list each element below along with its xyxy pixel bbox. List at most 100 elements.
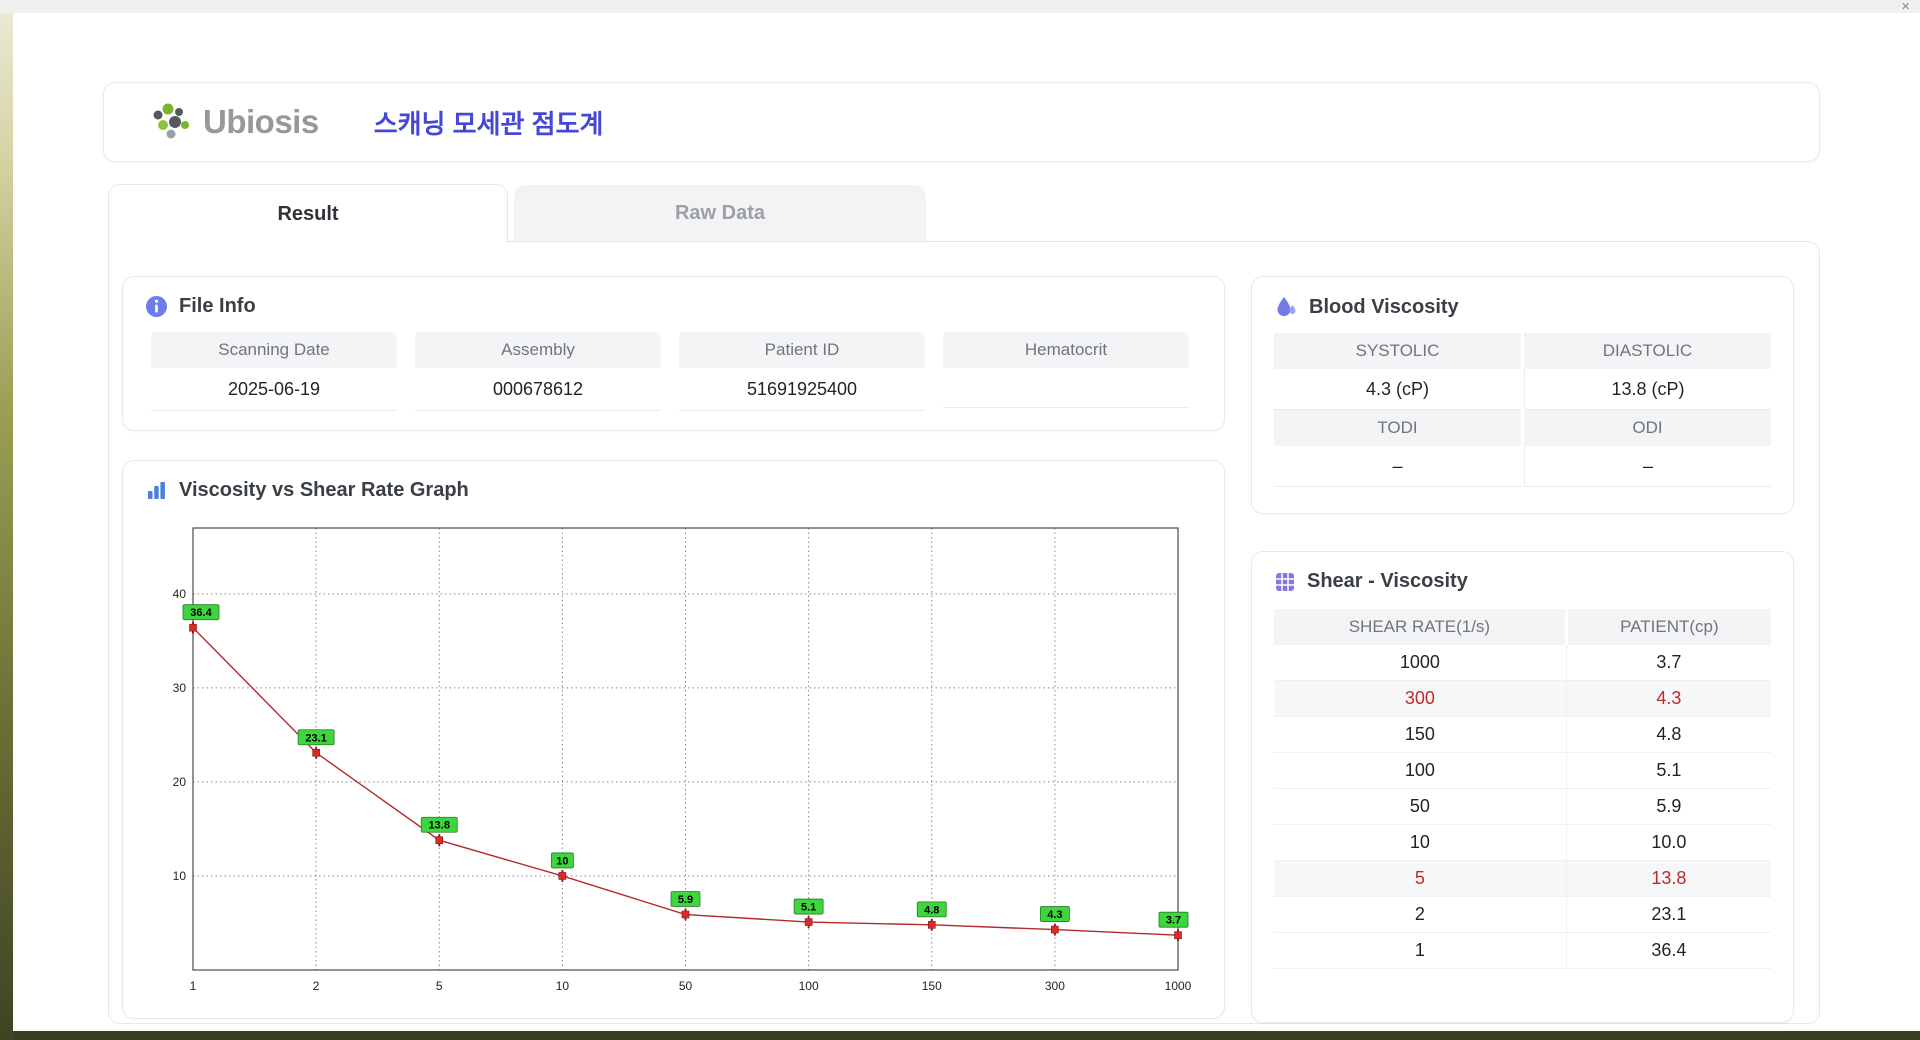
shear-rate-cell: 1 <box>1274 932 1567 969</box>
file-info-fields: Scanning Date 2025-06-19 Assembly 000678… <box>123 330 1224 411</box>
patient-cell: 5.9 <box>1565 788 1771 825</box>
todi-value: – <box>1274 446 1521 487</box>
chart-point: 4.3 <box>1039 906 1070 936</box>
shear-table-row: 1000 3.7 <box>1274 645 1771 681</box>
desktop-bottom-strip <box>13 1031 1920 1040</box>
shear-table-row: 2 23.1 <box>1274 896 1771 933</box>
shear-viscosity-table: SHEAR RATE(1/s) PATIENT(cp) 1000 3.7 300 4.… <box>1274 609 1771 969</box>
shear-table-row: 100 5.1 <box>1274 752 1771 789</box>
svg-text:300: 300 <box>1045 979 1065 993</box>
file-info-card: File Info Scanning Date 2025-06-19 Assem… <box>122 276 1225 431</box>
shear-rate-cell: 2 <box>1274 896 1567 933</box>
chart-point: 13.8 <box>420 816 458 847</box>
svg-text:40: 40 <box>173 587 187 601</box>
field-patient-id: Patient ID 51691925400 <box>679 332 925 411</box>
svg-text:4.3: 4.3 <box>1047 909 1062 921</box>
shear-table-row: 5 13.8 <box>1274 860 1771 897</box>
svg-text:5.9: 5.9 <box>678 894 693 906</box>
patient-cell: 23.1 <box>1565 896 1771 933</box>
diastolic-value: 13.8 (cP) <box>1524 369 1771 410</box>
field-hematocrit: Hematocrit <box>943 332 1189 411</box>
todi-label: TODI <box>1274 410 1521 446</box>
chart-point: 4.8 <box>916 901 947 931</box>
svg-text:36.4: 36.4 <box>190 607 212 619</box>
close-icon[interactable]: × <box>1901 0 1910 14</box>
shear-rate-cell: 5 <box>1274 860 1567 897</box>
shear-viscosity-title: Shear - Viscosity <box>1307 570 1468 592</box>
shear-rate-column-header: SHEAR RATE(1/s) <box>1274 609 1567 645</box>
ubiosis-logo-icon <box>149 101 195 143</box>
svg-text:5: 5 <box>436 979 443 993</box>
tab-raw-data-label: Raw Data <box>674 202 766 224</box>
svg-text:5.1: 5.1 <box>801 902 816 914</box>
info-icon <box>145 295 168 318</box>
app-title: 스캐닝 모세관 점도계 <box>373 108 604 139</box>
tab-raw-data[interactable]: Raw Data <box>514 185 926 242</box>
svg-text:50: 50 <box>679 979 693 993</box>
field-scanning-date: Scanning Date 2025-06-19 <box>151 332 397 411</box>
chart-point: 3.7 <box>1158 911 1189 942</box>
svg-text:10: 10 <box>556 855 568 867</box>
systolic-label: SYSTOLIC <box>1274 333 1521 369</box>
svg-text:4.8: 4.8 <box>924 904 939 916</box>
svg-text:3.7: 3.7 <box>1166 915 1181 927</box>
header-card: Ubiosis 스캐닝 모세관 점도계 <box>103 82 1820 162</box>
chart-point: 23.1 <box>297 729 335 759</box>
odi-label: ODI <box>1524 410 1771 446</box>
bar-chart-icon <box>145 479 168 502</box>
svg-text:20: 20 <box>173 775 187 789</box>
table-grid-icon <box>1274 571 1296 593</box>
patient-cell: 4.8 <box>1565 716 1771 753</box>
field-assembly: Assembly 000678612 <box>415 332 661 411</box>
field-label: Scanning Date <box>151 332 397 368</box>
patient-cell: 5.1 <box>1565 752 1771 789</box>
chart-point: 5.9 <box>670 891 701 921</box>
shear-rate-cell: 100 <box>1274 752 1567 789</box>
desktop-left-strip <box>0 0 13 1040</box>
chart-point: 10 <box>550 852 574 882</box>
shear-table-row: 1 36.4 <box>1274 932 1771 969</box>
shear-viscosity-card: Shear - Viscosity SHEAR RATE(1/s) PATIEN… <box>1251 551 1794 1023</box>
shear-rate-cell: 10 <box>1274 824 1567 861</box>
blood-viscosity-title: Blood Viscosity <box>1309 295 1459 318</box>
field-value: 000678612 <box>415 368 661 411</box>
tab-result[interactable]: Result <box>108 184 508 243</box>
shear-rate-cell: 150 <box>1274 716 1567 753</box>
field-value <box>943 368 1189 408</box>
patient-column-header: PATIENT(cp) <box>1564 609 1771 645</box>
blood-drop-icon <box>1274 295 1298 319</box>
blood-viscosity-grid: SYSTOLIC DIASTOLIC 4.3 (cP) 13.8 (cP) TO… <box>1252 331 1793 487</box>
odi-value: – <box>1524 446 1771 487</box>
shear-rate-cell: 50 <box>1274 788 1567 825</box>
field-value: 51691925400 <box>679 368 925 411</box>
field-label: Patient ID <box>679 332 925 368</box>
svg-text:150: 150 <box>922 979 942 993</box>
svg-text:100: 100 <box>799 979 819 993</box>
desktop-top-strip: × <box>0 0 1920 14</box>
app-window: × Ubiosis 스캐닝 모세관 점도계 Result Raw Data Fi… <box>0 0 1920 1040</box>
diastolic-label: DIASTOLIC <box>1524 333 1771 369</box>
patient-cell: 36.4 <box>1565 932 1771 969</box>
svg-text:10: 10 <box>556 979 570 993</box>
file-info-title: File Info <box>179 295 256 317</box>
svg-text:10: 10 <box>173 869 187 883</box>
patient-cell: 13.8 <box>1565 860 1771 897</box>
shear-rate-cell: 1000 <box>1274 645 1567 681</box>
graph-card: Viscosity vs Shear Rate Graph 10 20 30 40 36… <box>122 460 1225 1019</box>
graph-title: Viscosity vs Shear Rate Graph <box>179 479 469 501</box>
chart-point: 36.4 <box>182 604 220 634</box>
shear-table-row: 10 10.0 <box>1274 824 1771 861</box>
patient-cell: 4.3 <box>1565 680 1771 717</box>
blood-viscosity-card: Blood Viscosity SYSTOLIC DIASTOLIC 4.3 (… <box>1251 276 1794 514</box>
svg-text:30: 30 <box>173 681 187 695</box>
patient-cell: 10.0 <box>1565 824 1771 861</box>
shear-table-row: 300 4.3 <box>1274 680 1771 717</box>
svg-text:1: 1 <box>190 979 197 993</box>
viscosity-chart: 10 20 30 4036.4 23.1 13.8 10 5.9 5.1 4.8 4.3 3.7 1 2 5… <box>173 527 1192 993</box>
tab-result-label: Result <box>277 202 339 225</box>
shear-table-row: 50 5.9 <box>1274 788 1771 825</box>
svg-text:13.8: 13.8 <box>429 820 450 832</box>
svg-text:23.1: 23.1 <box>305 732 326 744</box>
field-label: Assembly <box>415 332 661 368</box>
shear-table-body: 1000 3.7 300 4.3 150 4.8 100 5.1 50 5.9 10 10.0 5 13.… <box>1274 645 1771 969</box>
